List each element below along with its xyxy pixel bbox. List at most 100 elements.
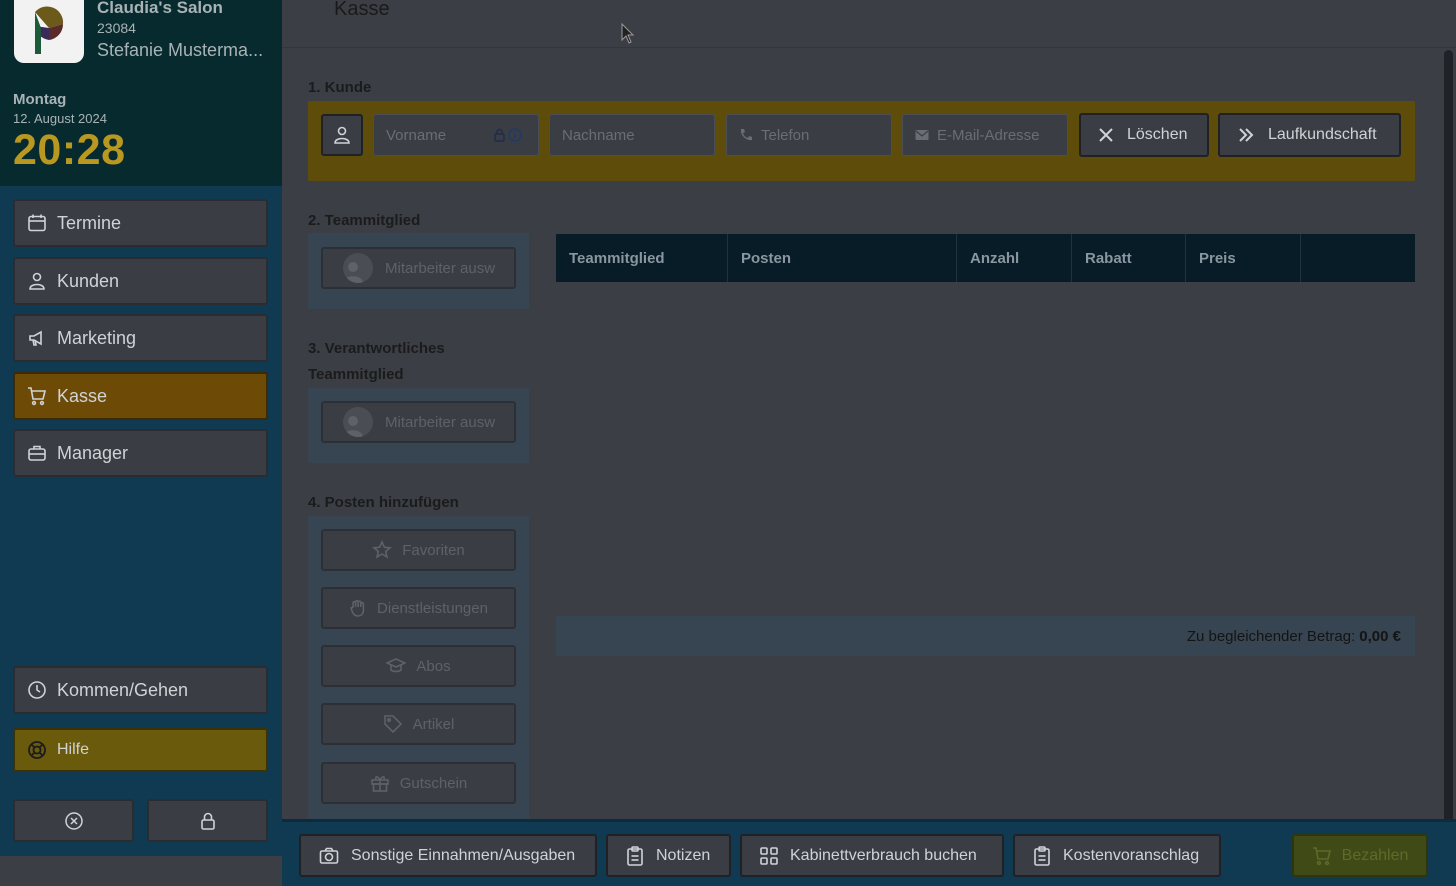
- section-responsible-title: 3. Verantwortliches: [308, 340, 445, 357]
- column-header: Anzahl: [957, 234, 1072, 282]
- section-team-member-title: 2. Teammitglied: [308, 212, 421, 229]
- main-content: Kasse 1. Kunde Vorname Nachname Telefon …: [282, 0, 1456, 886]
- sidebar-header: Claudia's Salon 23084 Stefanie Musterma.…: [0, 0, 282, 186]
- page-title: Kasse: [334, 0, 390, 20]
- tag-icon: [383, 715, 402, 734]
- users-icon: [29, 272, 45, 290]
- other-income-expenses-button[interactable]: Sonstige Einnahmen/Ausgaben: [299, 834, 597, 877]
- salon-logo: [14, 0, 84, 63]
- team-member-panel: Mitarbeiter ausw: [308, 233, 529, 309]
- avatar-placeholder-icon: [343, 407, 373, 437]
- other-income-label: Sonstige Einnahmen/Ausgaben: [351, 846, 576, 864]
- double-chevron-right-icon: [1239, 128, 1254, 142]
- header-bar: Kasse: [282, 0, 1456, 48]
- clock-in-out-button[interactable]: Kommen/Gehen: [13, 666, 268, 714]
- footer-bar: Sonstige Einnahmen/Ausgaben Notizen Kabi…: [282, 819, 1456, 886]
- articles-button[interactable]: Artikel: [321, 703, 516, 745]
- nav-label: Marketing: [57, 327, 137, 348]
- column-header: Preis: [1186, 234, 1301, 282]
- salon-id: 23084: [97, 20, 136, 36]
- cabinet-usage-button[interactable]: Kabinettverbrauch buchen: [740, 834, 1004, 877]
- sidebar: Claudia's Salon 23084 Stefanie Musterma.…: [0, 0, 282, 886]
- envelope-icon: [915, 130, 929, 140]
- pay-label: Bezahlen: [1341, 846, 1409, 864]
- subscriptions-button[interactable]: Abos: [321, 645, 516, 687]
- lock-icon: [200, 812, 215, 830]
- column-header: Teammitglied: [556, 234, 728, 282]
- graduation-cap-icon: [386, 658, 407, 673]
- notes-button[interactable]: Notizen: [606, 834, 731, 877]
- column-header: [1301, 234, 1415, 282]
- items-table-header: Teammitglied Posten Anzahl Rabatt Preis: [556, 234, 1415, 282]
- megaphone-icon: [29, 330, 42, 346]
- responsible-employee-select-button[interactable]: Mitarbeiter ausw: [321, 401, 516, 443]
- pay-button[interactable]: Bezahlen: [1292, 834, 1428, 877]
- cabinet-usage-label: Kabinettverbrauch buchen: [790, 846, 977, 864]
- notes-label: Notizen: [656, 846, 711, 864]
- employee-placeholder: Mitarbeiter ausw: [385, 259, 496, 277]
- clipboard-icon: [627, 845, 643, 866]
- total-value: 0,00 €: [1359, 627, 1401, 645]
- weekday: Montag: [13, 91, 67, 108]
- walkin-label: Laufkundschaft: [1268, 126, 1377, 143]
- nav-kasse[interactable]: Kasse: [13, 372, 268, 420]
- scrollbar[interactable]: [1442, 48, 1456, 886]
- responsible-member-panel: Mitarbeiter ausw: [308, 388, 529, 463]
- hand-icon: [350, 599, 365, 617]
- nav-label: Kasse: [57, 385, 108, 406]
- grid-icon: [760, 846, 778, 865]
- calendar-icon: [28, 214, 46, 232]
- nav-kunden[interactable]: Kunden: [13, 257, 268, 305]
- nav-marketing[interactable]: Marketing: [13, 314, 268, 362]
- salon-name: Claudia's Salon: [97, 0, 223, 17]
- add-items-panel: Favoriten Dienstleistungen Abos Artikel …: [308, 516, 529, 819]
- clear-customer-button[interactable]: Löschen: [1079, 113, 1209, 157]
- user-name[interactable]: Stefanie Musterma...: [97, 40, 263, 61]
- services-button[interactable]: Dienstleistungen: [321, 587, 516, 629]
- star-icon: [372, 540, 393, 559]
- section-customer-title: 1. Kunde: [308, 79, 372, 96]
- help-label: Hilfe: [57, 741, 90, 758]
- services-label: Dienstleistungen: [377, 599, 488, 617]
- employee-select-button[interactable]: Mitarbeiter ausw: [321, 247, 516, 289]
- nav-label: Manager: [57, 442, 129, 463]
- email-field[interactable]: E-Mail-Adresse: [902, 114, 1068, 156]
- phone-field[interactable]: Telefon: [726, 114, 892, 156]
- phone-placeholder: Telefon: [761, 126, 810, 144]
- nav-label: Kunden: [57, 270, 120, 291]
- nav-manager[interactable]: Manager: [13, 429, 268, 477]
- walkin-customer-button[interactable]: Laufkundschaft: [1218, 113, 1401, 157]
- phone-icon: [740, 129, 752, 141]
- lock-button[interactable]: [147, 799, 268, 842]
- cost-estimate-label: Kostenvoranschlag: [1063, 846, 1200, 864]
- lastname-placeholder: Nachname: [562, 126, 635, 144]
- mouse-cursor-icon: [621, 23, 635, 44]
- avatar-placeholder-icon: [343, 253, 373, 283]
- nav-termine[interactable]: Termine: [13, 199, 268, 247]
- articles-label: Artikel: [412, 715, 455, 733]
- firstname-placeholder: Vorname: [386, 126, 447, 144]
- sidebar-bottom-strip: [0, 856, 282, 886]
- voucher-button[interactable]: Gutschein: [321, 762, 516, 804]
- date: 12. August 2024: [13, 111, 107, 126]
- total-label: Zu begleichender Betrag:: [1186, 627, 1356, 645]
- clock-icon: [28, 681, 46, 699]
- scrollbar-thumb[interactable]: [1444, 50, 1453, 880]
- close-session-button[interactable]: [13, 799, 134, 842]
- lastname-field[interactable]: Nachname: [549, 114, 715, 156]
- total-bar: Zu begleichender Betrag: 0,00 €: [556, 616, 1415, 656]
- email-placeholder: E-Mail-Adresse: [937, 126, 1040, 144]
- section-responsible-title-line2: Teammitglied: [308, 366, 404, 383]
- voucher-label: Gutschein: [399, 774, 468, 792]
- camera-icon: [319, 847, 339, 864]
- cost-estimate-button[interactable]: Kostenvoranschlag: [1013, 834, 1221, 877]
- favorites-button[interactable]: Favoriten: [321, 529, 516, 571]
- cart-icon: [1312, 846, 1331, 865]
- customer-select-button[interactable]: [321, 114, 363, 156]
- firstname-field[interactable]: Vorname: [373, 114, 539, 156]
- gift-icon: [370, 776, 389, 792]
- help-button[interactable]: Hilfe: [13, 728, 268, 772]
- clipboard-list-icon: [1034, 845, 1050, 866]
- briefcase-icon: [28, 445, 46, 461]
- customer-band: Vorname Nachname Telefon E-Mail-Adresse …: [308, 101, 1415, 181]
